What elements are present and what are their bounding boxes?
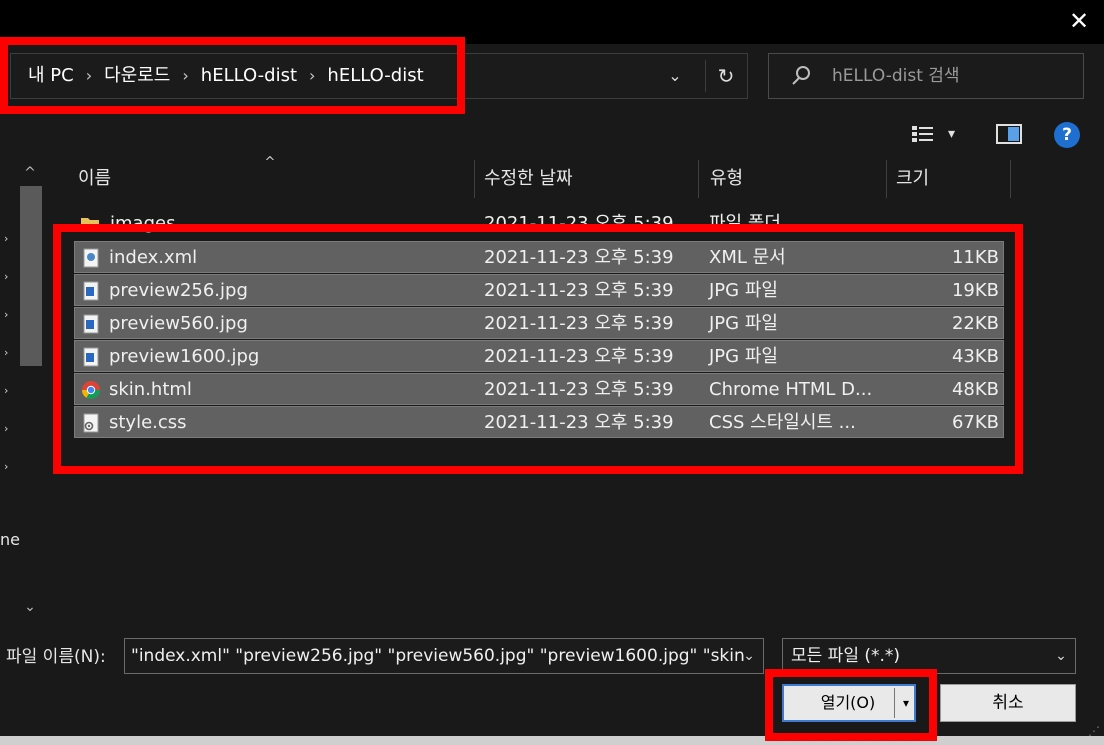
highlight-selected-files	[53, 224, 1023, 474]
help-icon[interactable]: ?	[1054, 122, 1080, 148]
file-name-dropdown[interactable]: ⌄	[738, 640, 760, 672]
column-header-name[interactable]: 이름	[78, 166, 278, 192]
highlight-open-button	[765, 669, 937, 741]
column-divider[interactable]	[698, 160, 699, 198]
status-strip	[0, 736, 1104, 745]
nav-expand-arrow-icon[interactable]: ›	[4, 346, 14, 360]
column-divider[interactable]	[886, 160, 887, 198]
nav-scroll-down-button[interactable]: ⌄	[18, 596, 42, 618]
close-button[interactable]: ✕	[1062, 4, 1096, 38]
file-name-input[interactable]: "index.xml" "preview256.jpg" "preview560…	[124, 638, 764, 674]
column-divider[interactable]	[1010, 160, 1011, 198]
nav-expand-arrow-icon[interactable]: ›	[4, 270, 14, 284]
refresh-button[interactable]: ↻	[705, 60, 746, 92]
nav-expand-arrow-icon[interactable]: ›	[4, 460, 14, 474]
file-type-dropdown[interactable]: ⌄	[1050, 640, 1072, 672]
resize-grip-icon[interactable]: ⋰	[1084, 724, 1100, 738]
nav-expand-arrow-icon[interactable]: ›	[4, 232, 14, 246]
view-options-icon[interactable]	[910, 122, 936, 146]
nav-expand-arrow-icon[interactable]: ›	[4, 308, 14, 322]
column-header-size[interactable]: 크기	[896, 166, 996, 192]
column-header-type[interactable]: 유형	[710, 166, 870, 192]
address-history-dropdown[interactable]: ⌄	[660, 60, 690, 92]
nav-expand-arrow-icon[interactable]: ›	[4, 422, 14, 436]
column-header-date[interactable]: 수정한 날짜	[484, 166, 684, 192]
search-icon	[790, 62, 814, 90]
nav-scrollbar-thumb[interactable]	[20, 186, 42, 366]
nav-expand-arrow-icon[interactable]: ›	[4, 384, 14, 398]
highlight-breadcrumb	[0, 37, 465, 114]
toolbar	[0, 112, 1104, 160]
preview-pane-icon[interactable]	[996, 124, 1022, 144]
nav-item-label[interactable]: ne	[0, 530, 20, 550]
file-name-label: 파일 이름(N):	[6, 647, 106, 667]
cancel-button[interactable]: 취소	[940, 684, 1076, 722]
search-input[interactable]	[832, 62, 1072, 90]
view-options-dropdown[interactable]: ▾	[948, 124, 968, 144]
nav-scroll-up-button[interactable]: ^	[18, 162, 42, 184]
column-divider[interactable]	[474, 160, 475, 198]
